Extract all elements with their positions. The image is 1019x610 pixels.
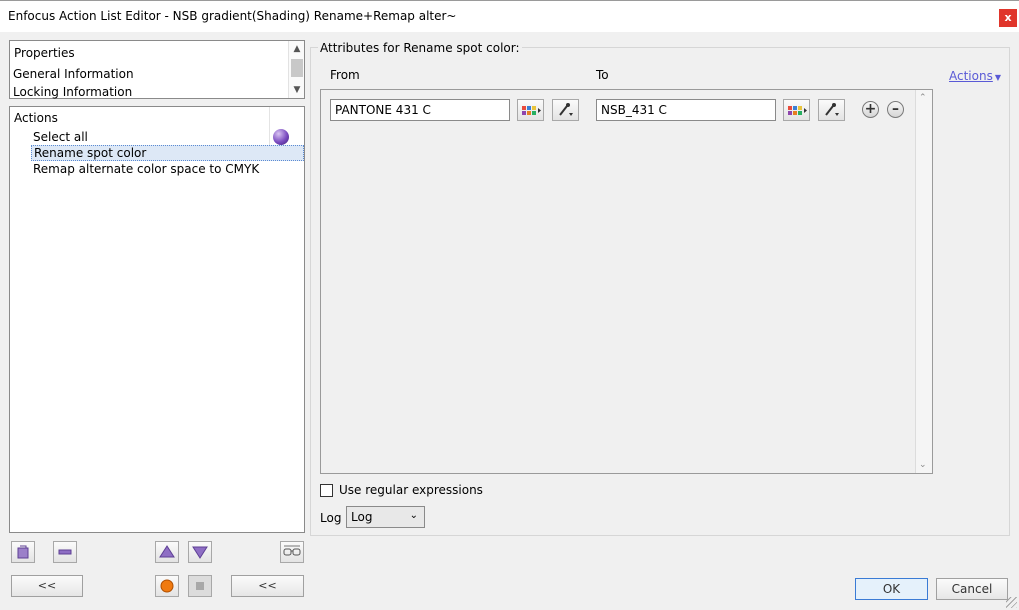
plus-icon: + xyxy=(864,101,877,117)
action-item-remap-alternate[interactable]: Remap alternate color space to CMYK xyxy=(33,162,259,176)
add-action-button[interactable] xyxy=(11,541,35,563)
remove-action-icon xyxy=(58,549,72,555)
scroll-up-icon[interactable]: ▲ xyxy=(289,42,305,56)
title-bar: Enfocus Action List Editor - NSB gradien… xyxy=(0,0,1019,32)
add-action-icon xyxy=(17,545,29,559)
log-select-value: Log xyxy=(351,510,373,524)
glasses-button[interactable] xyxy=(280,541,304,563)
scroll-down-icon[interactable]: ▼ xyxy=(289,83,305,97)
to-field[interactable]: NSB_431 C xyxy=(596,99,776,121)
move-down-icon xyxy=(192,546,208,559)
from-color-picker-button[interactable] xyxy=(517,99,544,121)
color-grid-icon xyxy=(788,106,807,115)
action-item-rename-spot-color[interactable]: Rename spot color xyxy=(31,145,304,161)
window-title: Enfocus Action List Editor - NSB gradien… xyxy=(8,9,457,23)
glasses-icon xyxy=(283,545,301,556)
move-up-icon xyxy=(159,545,175,558)
collapse-left-button[interactable]: << xyxy=(11,575,83,597)
chevron-down-icon: ▼ xyxy=(994,73,1001,82)
actions-menu-link[interactable]: Actions ▼ xyxy=(949,69,1001,83)
from-eyedropper-button[interactable] xyxy=(552,99,579,121)
eyedropper-icon xyxy=(559,103,573,116)
color-grid-icon xyxy=(522,106,541,115)
chevron-down-icon: ⌄ xyxy=(409,510,418,521)
log-select[interactable]: Log ⌄ xyxy=(346,506,425,528)
rename-list: ⌃ ⌄ xyxy=(320,89,933,474)
status-ball-icon xyxy=(273,129,289,145)
regex-label[interactable]: Use regular expressions xyxy=(339,483,483,497)
record-button[interactable] xyxy=(155,575,179,597)
close-button[interactable]: x xyxy=(999,9,1017,27)
ok-button[interactable]: OK xyxy=(855,578,928,600)
from-header: From xyxy=(330,68,360,82)
stop-button[interactable] xyxy=(188,575,212,597)
stop-icon xyxy=(196,582,204,590)
resize-grip-icon[interactable] xyxy=(1006,597,1017,608)
from-field[interactable]: PANTONE 431 C xyxy=(330,99,510,121)
actions-link-label[interactable]: Actions xyxy=(949,69,993,83)
actions-heading: Actions xyxy=(14,111,58,125)
remove-row-button[interactable]: – xyxy=(887,101,904,118)
to-eyedropper-button[interactable] xyxy=(818,99,845,121)
cancel-button[interactable]: Cancel xyxy=(936,578,1008,600)
regex-checkbox[interactable] xyxy=(320,484,333,497)
chevron-down-icon[interactable]: ⌄ xyxy=(919,460,927,470)
remove-action-button[interactable] xyxy=(53,541,77,563)
chevron-up-icon[interactable]: ⌃ xyxy=(919,93,927,103)
move-up-button[interactable] xyxy=(155,541,179,563)
collapse-right-button[interactable]: << xyxy=(231,575,304,597)
eyedropper-icon xyxy=(825,103,839,116)
properties-scrollbar[interactable]: ▲ ▼ xyxy=(288,41,304,98)
actions-panel: Actions Select all Rename spot color Rem… xyxy=(9,106,305,533)
add-row-button[interactable]: + xyxy=(862,101,879,118)
properties-item-general[interactable]: General Information xyxy=(13,67,134,81)
log-label: Log xyxy=(320,511,342,525)
rename-list-scrollbar[interactable]: ⌃ ⌄ xyxy=(915,90,932,473)
properties-panel: Properties General Information Locking I… xyxy=(9,40,305,99)
minus-icon: – xyxy=(892,101,899,117)
record-icon xyxy=(160,579,174,593)
scroll-thumb[interactable] xyxy=(291,59,303,77)
action-item-select-all[interactable]: Select all xyxy=(33,130,88,144)
move-down-button[interactable] xyxy=(188,541,212,563)
properties-item-locking[interactable]: Locking Information xyxy=(13,85,132,99)
to-header: To xyxy=(596,68,609,82)
attributes-group-title: Attributes for Rename spot color: xyxy=(318,41,522,55)
to-color-picker-button[interactable] xyxy=(783,99,810,121)
properties-heading: Properties xyxy=(14,46,75,60)
